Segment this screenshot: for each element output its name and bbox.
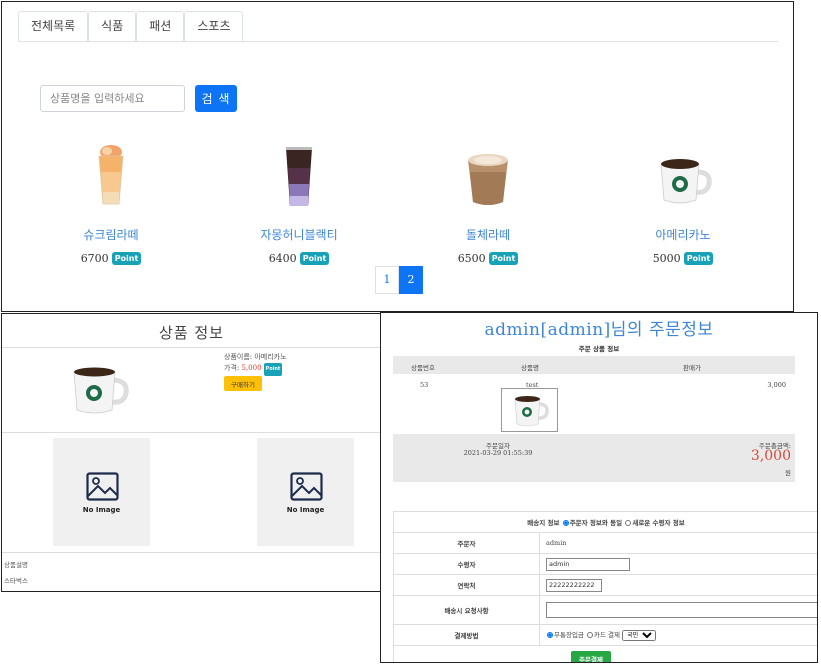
coffee-mug-image[interactable] [653, 142, 713, 212]
product-card: 돌체라떼 6500 Point [413, 142, 563, 265]
col-product-no: 상품번호 [411, 364, 435, 372]
iced-tea-drink-image[interactable] [269, 142, 329, 212]
product-name[interactable]: 슈크림라떼 [36, 226, 186, 243]
product-price: 3,000 [767, 381, 786, 389]
phone-label: 연락처 [393, 574, 540, 596]
shipping-header: 배송지 정보 주문자 정보와 동일 새로운 수령자 정보 [527, 519, 685, 527]
point-badge: Point [488, 252, 519, 265]
category-tabs: 전체목록 식품 패션 스포츠 [18, 11, 778, 42]
product-name[interactable]: 돌체라떼 [413, 226, 563, 243]
bank-transfer-radio[interactable] [547, 632, 553, 638]
no-image-placeholder: No Image [257, 438, 354, 546]
buy-button[interactable]: 구매하기 [224, 376, 262, 391]
page-link-1[interactable]: 1 [375, 266, 399, 294]
product-price: 6400 [268, 252, 297, 265]
price-label: 가격: [224, 364, 240, 372]
product-price: 5,000 [241, 364, 262, 372]
order-table-header: 상품번호 상품명 판매가 [393, 356, 795, 374]
receiver-input[interactable] [546, 557, 630, 571]
point-badge: Point [299, 252, 330, 265]
orderer-label: 주문자 [393, 532, 540, 554]
order-info-panel: admin[admin]님의 주문정보 주문 상품 정보 상품번호 상품명 판매… [380, 312, 818, 663]
order-total: 3,000 [750, 448, 791, 464]
payment-method-label: 결제방법 [393, 624, 540, 646]
product-card: 슈크림라떼 6700 Point [36, 142, 186, 265]
product-info: 상품이름: 아메리카노 가격: 5,000 Point [224, 352, 287, 376]
product-name[interactable]: 아메리카노 [608, 226, 758, 243]
image-placeholder-icon [290, 472, 323, 501]
product-name-line: 상품이름: 아메리카노 [224, 353, 287, 361]
search-button[interactable]: 검 색 [195, 85, 237, 112]
product-card: 아메리카노 5000 Point [608, 142, 758, 265]
no-image-label: No Image [286, 506, 325, 514]
description-label: 상품설명 [4, 561, 28, 569]
new-receiver-radio[interactable] [625, 520, 632, 526]
point-badge: Point [263, 363, 283, 376]
point-badge: Point [111, 252, 142, 265]
product-price: 5000 [652, 252, 681, 265]
coffee-mug-image [68, 366, 130, 418]
product-detail-panel: 상품 정보 상품이름: 아메리카노 가격: 5,000 Point 구매하기 No… [1, 313, 382, 592]
search-input[interactable] [40, 85, 185, 112]
currency-unit: 원 [785, 469, 791, 477]
page-title: admin[admin]님의 주문정보 [484, 320, 714, 340]
product-price: 6500 [457, 252, 486, 265]
pagination: 1 2 [375, 266, 423, 294]
product-card: 자몽허니블랙티 6400 Point [224, 142, 374, 265]
no-image-label: No Image [82, 506, 121, 514]
shop-list-panel: 전체목록 식품 패션 스포츠 검 색 슈크림라떼 6700Point [1, 1, 794, 312]
shipping-form: 배송지 정보 주문자 정보와 동일 새로운 수령자 정보 주문자 admin 수… [393, 511, 817, 662]
receiver-label: 수령자 [393, 553, 540, 575]
request-label: 배송시 요청사항 [393, 595, 540, 625]
order-summary: 주문일자 2021-03-29 01:55:39 주문총금액: 3,000 원 [393, 434, 795, 482]
same-as-orderer-radio[interactable] [562, 520, 569, 526]
product-name[interactable]: 자몽허니블랙티 [224, 226, 374, 243]
description-text: 스타벅스 [4, 577, 28, 585]
divider [2, 432, 381, 433]
request-input[interactable] [546, 602, 817, 618]
tab-food[interactable]: 식품 [88, 11, 137, 41]
point-badge: Point [683, 252, 714, 265]
card-select[interactable]: 국민 [622, 630, 657, 641]
order-items-subtitle: 주문 상품 정보 [578, 345, 620, 353]
tab-sports[interactable]: 스포츠 [184, 11, 244, 41]
tab-fashion[interactable]: 패션 [136, 11, 185, 41]
product-thumbnail [501, 388, 558, 432]
iced-latte-drink-image[interactable] [81, 142, 141, 212]
image-placeholder-icon [86, 472, 119, 501]
orderer-value: admin [539, 532, 817, 554]
latte-cup-image[interactable] [458, 142, 518, 212]
product-no: 53 [420, 381, 429, 389]
page-title: 상품 정보 [159, 324, 224, 342]
page-link-2[interactable]: 2 [399, 266, 423, 294]
card-payment-radio[interactable] [586, 632, 593, 638]
no-image-placeholder: No Image [53, 438, 150, 546]
product-price: 6700 [80, 252, 109, 265]
phone-input[interactable] [546, 578, 602, 592]
place-order-button[interactable]: 주문결제 [571, 651, 611, 662]
tab-all[interactable]: 전체목록 [18, 11, 89, 41]
col-price: 판매가 [683, 364, 701, 372]
order-date: 2021-03-29 01:55:39 [463, 449, 533, 457]
divider [2, 552, 381, 553]
col-product-name: 상품명 [521, 364, 539, 372]
divider [2, 347, 381, 348]
